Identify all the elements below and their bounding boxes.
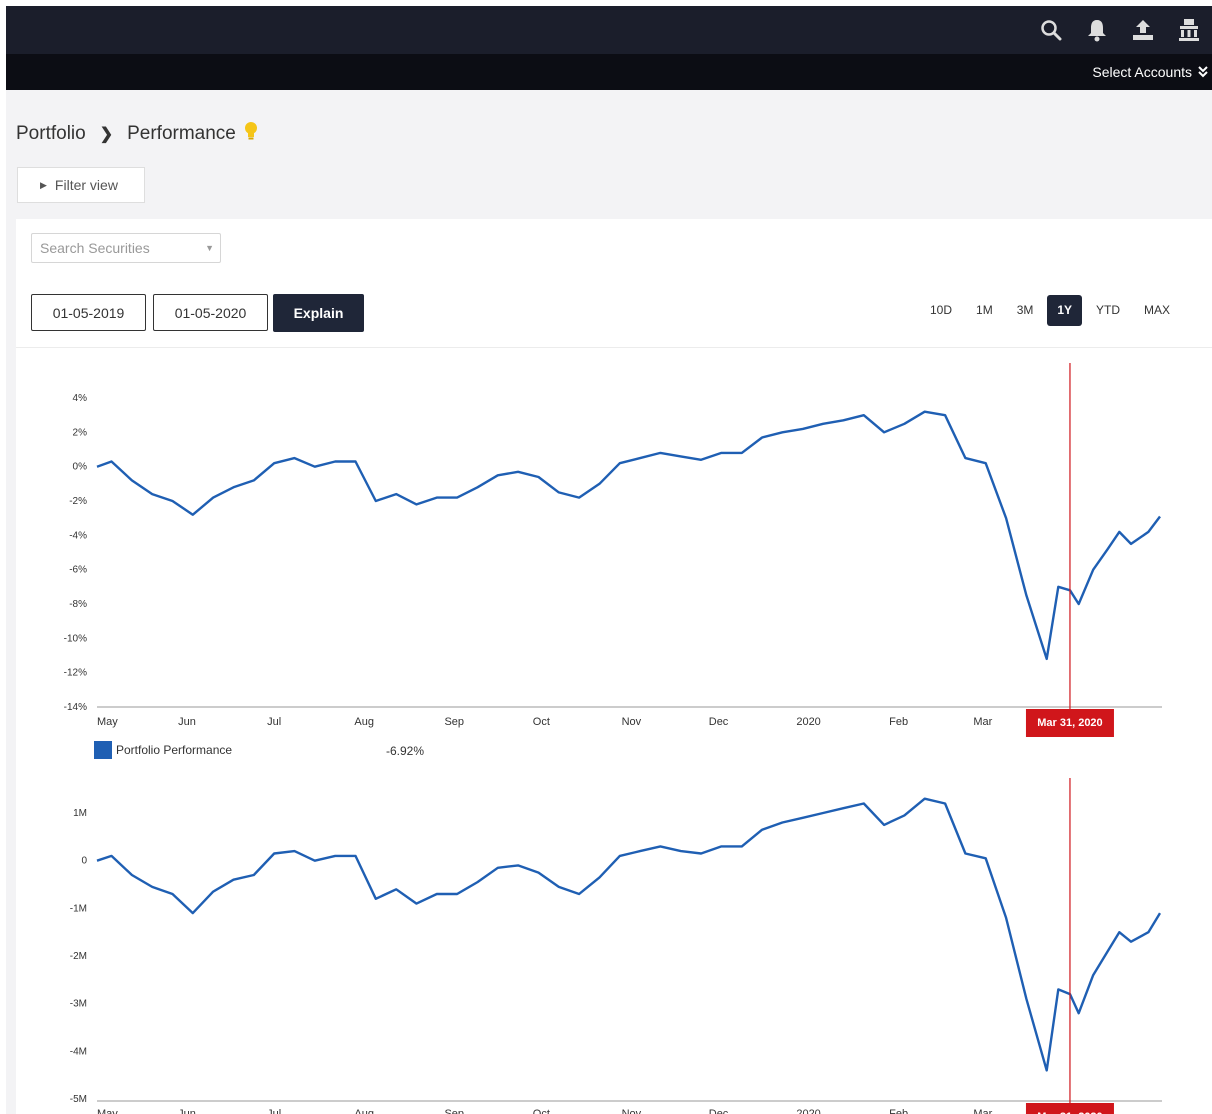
explain-button[interactable]: Explain	[273, 294, 364, 332]
toolbar-divider	[16, 347, 1212, 348]
legend-label: Portfolio Performance	[116, 743, 233, 757]
range-tab-1y[interactable]: 1Y	[1047, 295, 1083, 326]
legend-swatch	[94, 741, 112, 759]
chart-legend: Portfolio Performance -6.92%	[94, 741, 424, 759]
breadcrumb-portfolio[interactable]: Portfolio	[16, 123, 86, 145]
range-tab-1m[interactable]: 1M	[966, 295, 1003, 326]
bell-icon[interactable]	[1074, 6, 1120, 54]
lightbulb-icon[interactable]	[244, 121, 258, 147]
institution-icon[interactable]	[1166, 6, 1212, 54]
range-tab-3m[interactable]: 3M	[1007, 295, 1044, 326]
upload-icon[interactable]	[1120, 6, 1166, 54]
end-date-input[interactable]	[153, 294, 268, 331]
caret-down-icon: ▼	[205, 243, 214, 253]
select-accounts-label: Select Accounts	[1092, 64, 1192, 80]
range-tabs: 10D 1M 3M 1Y YTD MAX	[918, 295, 1182, 326]
range-tab-max[interactable]: MAX	[1134, 295, 1180, 326]
breadcrumb: Portfolio ❯ Performance	[16, 121, 258, 147]
top-navbar	[6, 6, 1212, 54]
range-tab-10d[interactable]: 10D	[920, 295, 962, 326]
legend-value: -6.92%	[386, 744, 425, 758]
top-icons	[1028, 6, 1212, 54]
start-date-input[interactable]	[31, 294, 146, 331]
filter-view-label: Filter view	[54, 177, 118, 193]
account-bar: Select Accounts	[6, 54, 1212, 90]
caret-right-icon: ▶	[40, 179, 47, 190]
chevron-double-down-icon	[1198, 66, 1208, 78]
chevron-right-icon: ❯	[99, 126, 114, 143]
select-accounts-button[interactable]: Select Accounts	[1092, 54, 1208, 90]
range-tab-ytd[interactable]: YTD	[1086, 295, 1130, 326]
content-panel	[16, 219, 1212, 1114]
search-icon[interactable]	[1028, 6, 1074, 54]
search-securities-placeholder: Search Securities	[40, 240, 150, 256]
search-securities-select[interactable]: Search Securities ▼	[31, 233, 221, 263]
page-title: Performance	[127, 123, 236, 144]
filter-view-toggle[interactable]: ▶ Filter view	[17, 167, 145, 203]
